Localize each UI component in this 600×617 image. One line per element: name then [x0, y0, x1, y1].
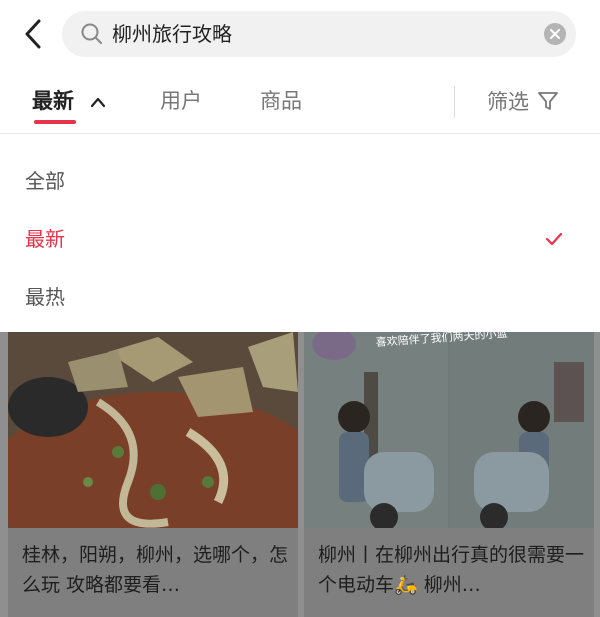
- search-header: 柳州旅行攻略: [0, 0, 600, 70]
- clear-search-button[interactable]: [544, 23, 566, 45]
- food-photo: [8, 332, 298, 528]
- funnel-icon: [538, 92, 558, 110]
- search-input[interactable]: 柳州旅行攻略: [62, 11, 576, 57]
- tab-users[interactable]: 用户: [160, 86, 202, 116]
- result-card[interactable]: 桂林，阳朔，柳州，选哪个，怎么玩 攻略都要看…: [8, 332, 298, 617]
- result-card[interactable]: 喜欢陪伴了我们两天的小蓝 柳州丨在柳州出行真的很需要一个电动车🛵 柳州…: [304, 332, 594, 617]
- sort-option-all[interactable]: 全部: [25, 166, 65, 196]
- filter-button[interactable]: 筛选: [487, 86, 559, 116]
- search-query: 柳州旅行攻略: [112, 22, 232, 46]
- chevron-left-icon: [25, 19, 41, 49]
- result-tabs: 最新 用户 商品 筛选: [0, 70, 600, 134]
- search-icon: [81, 23, 102, 44]
- result-title: 桂林，阳朔，柳州，选哪个，怎么玩 攻略都要看…: [22, 544, 288, 596]
- tab-newest[interactable]: 最新: [32, 86, 74, 116]
- sort-option-hot[interactable]: 最热: [25, 282, 65, 312]
- check-icon: [545, 232, 563, 246]
- tab-goods[interactable]: 商品: [260, 86, 302, 116]
- scooter-photo: 喜欢陪伴了我们两天的小蓝: [304, 332, 594, 528]
- result-title: 柳州丨在柳州出行真的很需要一个电动车🛵 柳州…: [318, 544, 584, 596]
- clear-icon: [550, 29, 560, 39]
- chevron-up-icon[interactable]: [90, 96, 106, 108]
- back-button[interactable]: [18, 16, 48, 52]
- filter-label: 筛选: [487, 90, 529, 114]
- results-grid: 桂林，阳朔，柳州，选哪个，怎么玩 攻略都要看… 喜欢陪伴了我们两天的小蓝 柳州丨…: [0, 332, 600, 617]
- tabs-divider: [454, 86, 455, 118]
- sort-dropdown: 全部 最新 最热: [0, 134, 600, 332]
- sort-option-newest[interactable]: 最新: [25, 224, 65, 254]
- active-tab-indicator: [34, 120, 76, 124]
